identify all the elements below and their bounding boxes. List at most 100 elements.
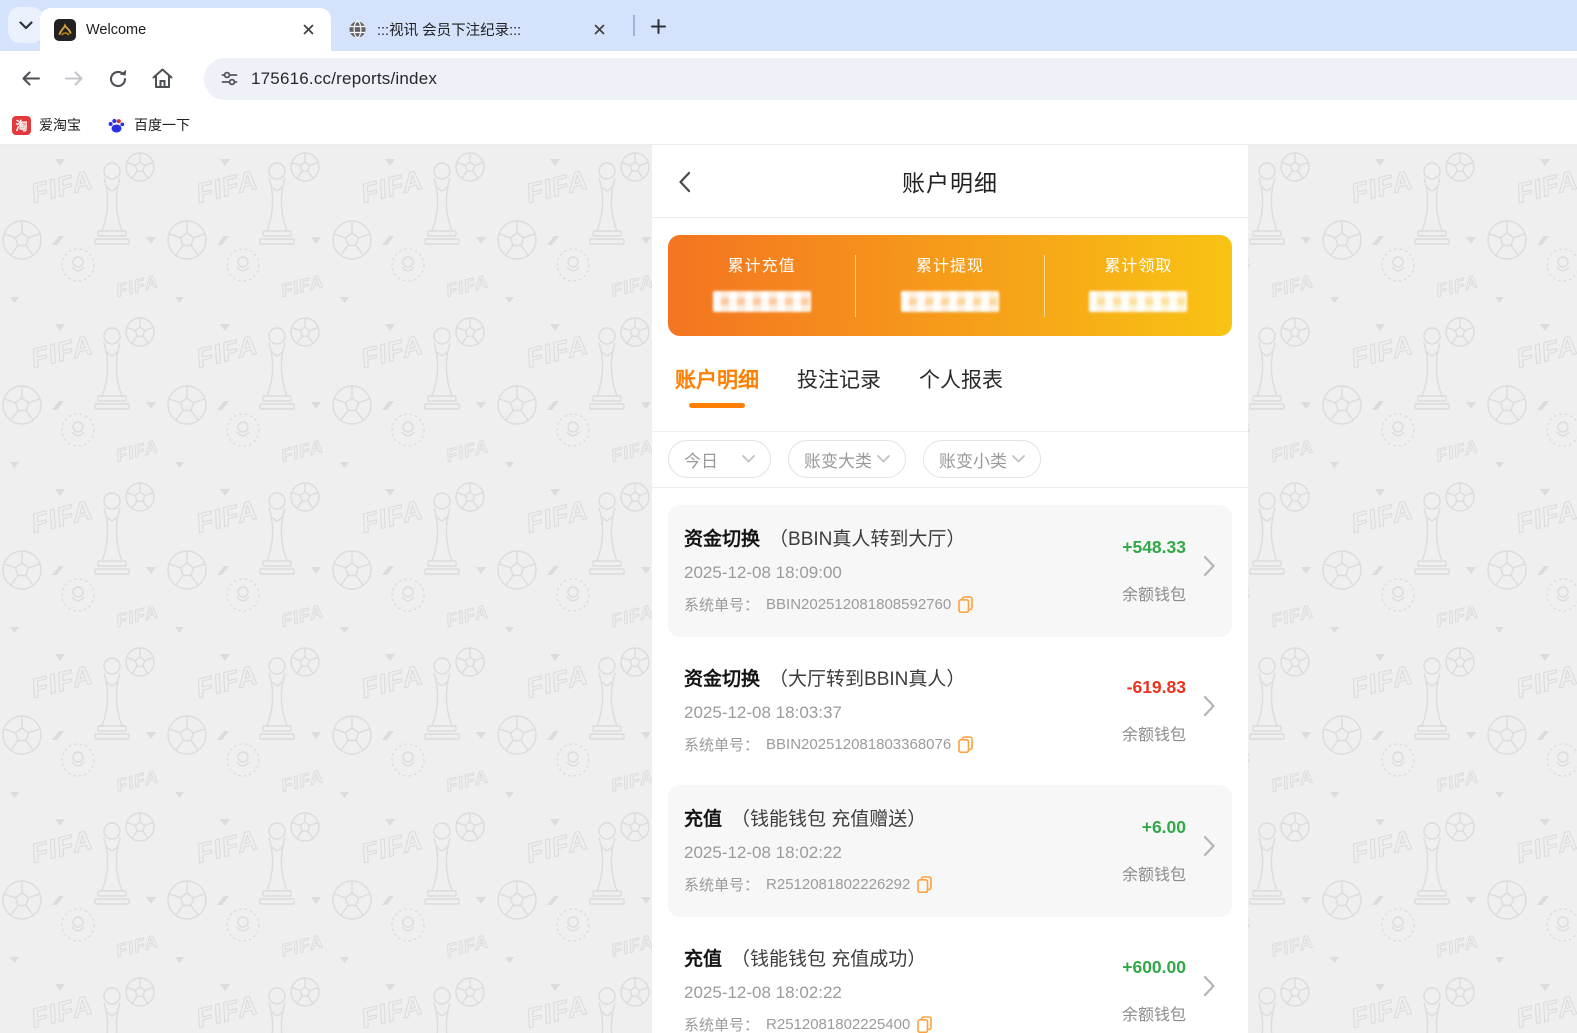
back-chevron-icon[interactable] — [678, 171, 700, 193]
tab-bet-records[interactable]: 投注记录 — [797, 364, 881, 408]
browser-tab-strip: Welcome :::视讯 会员下注纪录::: — [0, 0, 1577, 51]
tab-label: 账户明细 — [675, 369, 759, 392]
transaction-note: （钱能钱包 充值成功） — [731, 949, 927, 970]
globe-icon — [348, 20, 367, 39]
masked-value — [900, 291, 999, 312]
page-header: 账户明细 — [652, 145, 1248, 218]
url-text[interactable]: 175616.cc/reports/index — [251, 69, 437, 89]
transaction-amount: +548.33 — [1122, 537, 1186, 557]
transaction-amount: -619.83 — [1126, 677, 1186, 697]
transaction-amount: +6.00 — [1141, 817, 1186, 837]
taobao-icon: 淘 — [12, 115, 31, 135]
chevron-down-icon — [19, 20, 33, 30]
transaction-note: （钱能钱包 充值赠送） — [731, 809, 927, 830]
gold-dragon-icon — [54, 18, 76, 41]
home-button[interactable] — [142, 59, 182, 99]
transaction-amount: +600.00 — [1122, 957, 1186, 977]
tab-title: :::视讯 会员下注纪录::: — [377, 23, 522, 39]
site-settings-icon[interactable] — [220, 69, 239, 88]
filter-label: 今日 — [684, 451, 718, 471]
browser-tab-records[interactable]: :::视讯 会员下注纪录::: — [334, 8, 622, 51]
report-tabs: 账户明细 投注记录 个人报表 — [652, 364, 1248, 408]
transaction-type: 充值 — [684, 949, 723, 970]
transaction-type: 资金切换 — [684, 529, 761, 550]
total-claimed: 累计领取 — [1045, 235, 1232, 336]
account-detail-page: 账户明细 累计充值 累计提现 累计领取 账户明细 投注记录 个人报表 今日 账变… — [652, 145, 1248, 1033]
tab-personal-report[interactable]: 个人报表 — [919, 364, 1003, 408]
minor-category-dropdown[interactable]: 账变小类 — [923, 440, 1041, 478]
transaction-row[interactable]: 充值 （钱能钱包 充值赠送） 2025-12-08 18:02:22 系统单号： … — [668, 785, 1232, 917]
baidu-paw-icon — [107, 116, 126, 135]
filter-bar: 今日 账变大类 账变小类 — [652, 432, 1248, 488]
total-withdraw: 累计提现 — [856, 235, 1043, 336]
stat-label: 累计领取 — [1104, 258, 1173, 275]
transaction-datetime: 2025-12-08 18:02:22 — [684, 983, 842, 1002]
tab-label: 个人报表 — [919, 369, 1003, 392]
chevron-right-icon[interactable] — [1203, 975, 1216, 997]
back-button[interactable] — [10, 59, 50, 99]
tab-search-button[interactable] — [8, 7, 44, 43]
page-title: 账户明细 — [902, 170, 998, 196]
copy-icon[interactable] — [917, 1016, 933, 1033]
browser-navbar: 175616.cc/reports/index — [0, 51, 1577, 106]
copy-icon[interactable] — [958, 596, 973, 613]
order-number: R2512081802226292 — [766, 876, 911, 893]
chevron-right-icon[interactable] — [1203, 555, 1216, 577]
wallet-label: 余额钱包 — [1121, 867, 1186, 884]
transaction-datetime: 2025-12-08 18:03:37 — [684, 703, 842, 722]
order-label: 系统单号： — [684, 597, 760, 614]
forward-button[interactable] — [54, 59, 94, 99]
transaction-datetime: 2025-12-08 18:02:22 — [684, 843, 842, 862]
bookmark-aitaobao[interactable]: 淘 爱淘宝 — [12, 115, 81, 135]
transaction-note: （BBIN真人转到大厅） — [769, 529, 966, 550]
totals-card: 累计充值 累计提现 累计领取 — [668, 235, 1232, 336]
transaction-type: 资金切换 — [684, 669, 761, 690]
browser-tab-welcome[interactable]: Welcome — [40, 8, 331, 51]
chevron-right-icon[interactable] — [1203, 835, 1216, 857]
major-category-dropdown[interactable]: 账变大类 — [788, 440, 906, 478]
order-label: 系统单号： — [684, 877, 760, 894]
order-number: BBIN202512081808592760 — [766, 596, 952, 613]
chevron-down-icon — [742, 455, 755, 463]
order-number: R2512081802225400 — [766, 1016, 911, 1033]
masked-value — [1089, 291, 1188, 312]
close-icon[interactable] — [300, 21, 317, 38]
chevron-down-icon — [877, 455, 890, 463]
transaction-row[interactable]: 资金切换 （大厅转到BBIN真人） 2025-12-08 18:03:37 系统单… — [668, 645, 1232, 777]
tab-label: 投注记录 — [797, 369, 881, 392]
order-label: 系统单号： — [684, 1017, 760, 1033]
transaction-row[interactable]: 资金切换 （BBIN真人转到大厅） 2025-12-08 18:09:00 系统单… — [668, 505, 1232, 637]
transaction-title: 充值 （钱能钱包 充值赠送） — [684, 804, 1216, 831]
active-tab-underline — [689, 403, 745, 408]
tab-account-detail[interactable]: 账户明细 — [675, 364, 759, 408]
bookmark-baidu[interactable]: 百度一下 — [107, 115, 190, 135]
tab-title: Welcome — [86, 21, 147, 38]
stat-label: 累计提现 — [915, 258, 984, 275]
order-number: BBIN202512081803368076 — [766, 736, 952, 753]
bookmarks-bar: 淘 爱淘宝 百度一下 — [0, 106, 1577, 145]
filter-label: 账变大类 — [804, 451, 872, 471]
masked-value — [712, 291, 811, 312]
new-tab-button[interactable] — [644, 12, 672, 40]
address-bar[interactable]: 175616.cc/reports/index — [204, 57, 1577, 100]
transaction-note: （大厅转到BBIN真人） — [769, 669, 966, 690]
filter-label: 账变小类 — [939, 451, 1007, 471]
chevron-right-icon[interactable] — [1203, 695, 1216, 717]
total-deposit: 累计充值 — [668, 235, 855, 336]
wallet-label: 余额钱包 — [1121, 727, 1186, 744]
transaction-datetime: 2025-12-08 18:09:00 — [684, 563, 842, 582]
tab-strip-divider — [633, 15, 635, 36]
wallet-label: 余额钱包 — [1121, 1007, 1186, 1024]
order-label: 系统单号： — [684, 737, 760, 754]
copy-icon[interactable] — [958, 736, 973, 753]
bookmark-label: 百度一下 — [134, 117, 190, 133]
date-filter-dropdown[interactable]: 今日 — [668, 440, 771, 478]
transaction-row[interactable]: 充值 （钱能钱包 充值成功） 2025-12-08 18:02:22 系统单号： … — [668, 925, 1232, 1033]
bookmark-label: 爱淘宝 — [39, 117, 81, 133]
copy-icon[interactable] — [917, 876, 933, 893]
chevron-down-icon — [1012, 455, 1025, 463]
stat-label: 累计充值 — [727, 258, 796, 275]
close-icon[interactable] — [591, 21, 608, 38]
reload-button[interactable] — [98, 59, 138, 99]
transaction-list: 资金切换 （BBIN真人转到大厅） 2025-12-08 18:09:00 系统单… — [652, 505, 1248, 1033]
